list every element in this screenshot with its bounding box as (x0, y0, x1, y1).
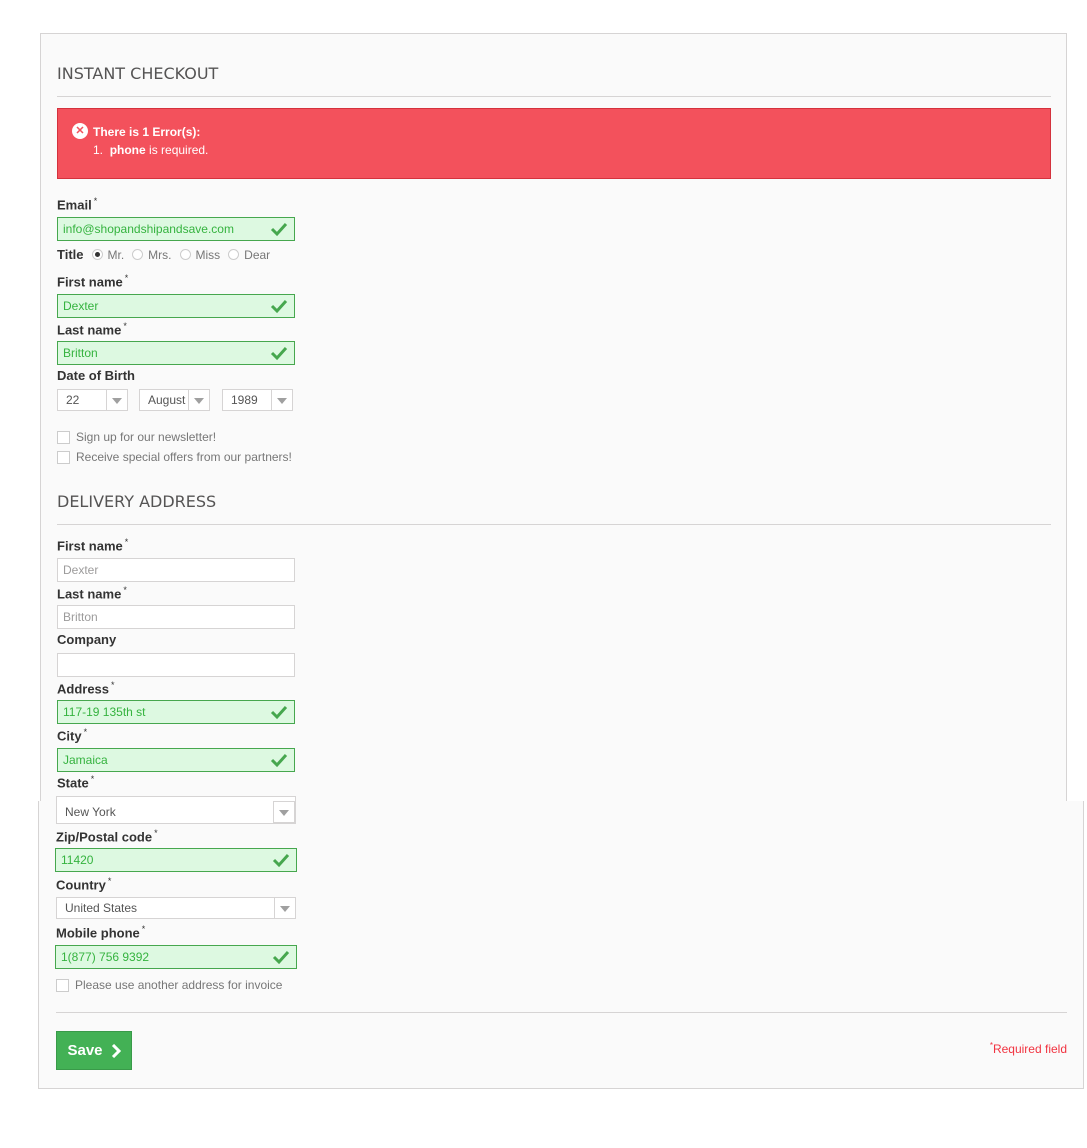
error-item: 1. phone is required. (93, 143, 208, 157)
dob-month-select[interactable]: August (139, 389, 210, 411)
email-field[interactable]: info@shopandshipandsave.com (57, 217, 295, 241)
check-icon (270, 222, 288, 237)
error-alert: ✕ There is 1 Error(s): 1. phone is requi… (57, 108, 1051, 179)
check-icon (270, 753, 288, 768)
last-name-field[interactable]: Britton (57, 341, 295, 365)
page-title: INSTANT CHECKOUT (57, 64, 219, 83)
newsletter-label: Sign up for our newsletter! (76, 430, 217, 444)
state-select[interactable]: New York (56, 796, 296, 824)
city-field[interactable]: Jamaica (57, 748, 295, 772)
title-radio-group: Title Mr. Mrs. Miss Dear (57, 247, 270, 262)
required-field-note: *Required field (989, 1041, 1067, 1056)
newsletter-checkbox[interactable] (57, 430, 70, 444)
first-name-field[interactable]: Dexter (57, 294, 295, 318)
radio-miss[interactable] (179, 249, 191, 260)
check-icon (272, 950, 290, 965)
invoice-checkbox[interactable] (56, 978, 69, 992)
check-icon (270, 705, 288, 720)
dob-label: Date of Birth (57, 368, 135, 383)
delivery-first-name-label: First name * (57, 537, 129, 554)
last-name-label: Last name * (57, 321, 127, 338)
error-item-number: 1. (93, 143, 104, 157)
check-icon (270, 299, 288, 314)
company-field[interactable] (57, 653, 295, 677)
zip-label: Zip/Postal code * (56, 828, 158, 845)
mobile-field[interactable]: 1(877) 756 9392 (55, 945, 297, 969)
save-button-label: Save (67, 1042, 103, 1059)
radio-dear-label: Dear (244, 247, 271, 262)
chevron-down-icon (188, 390, 209, 410)
radio-dear[interactable] (228, 249, 240, 260)
dob-year-select[interactable]: 1989 (222, 389, 293, 411)
error-heading: There is 1 Error(s): (93, 125, 201, 139)
invoice-row: Please use another address for invoice (56, 978, 282, 992)
mobile-label: Mobile phone * (56, 924, 146, 941)
radio-mr-label: Mr. (107, 247, 125, 262)
radio-mr[interactable] (91, 249, 103, 260)
newsletter-row: Sign up for our newsletter! (57, 430, 216, 444)
company-label: Company (57, 632, 117, 647)
invoice-label: Please use another address for invoice (75, 978, 283, 992)
delivery-first-name-field[interactable]: Dexter (57, 558, 295, 582)
state-label: State * (57, 774, 95, 791)
country-label: Country * (56, 876, 112, 893)
error-field: phone (109, 143, 146, 157)
offers-label: Receive special offers from our partners… (76, 450, 292, 464)
delivery-last-name-field[interactable]: Britton (57, 605, 295, 629)
delivery-last-name-label: Last name * (57, 585, 127, 602)
error-icon: ✕ (72, 123, 88, 139)
address-label: Address * (57, 680, 115, 697)
city-label: City * (57, 727, 88, 744)
offers-row: Receive special offers from our partners… (57, 450, 292, 464)
delivery-title: DELIVERY ADDRESS (57, 492, 217, 511)
first-name-label: First name * (57, 273, 129, 290)
chevron-down-icon (271, 390, 292, 410)
check-icon (272, 853, 290, 868)
zip-field[interactable]: 11420 (55, 848, 297, 872)
error-message: is required. (145, 143, 209, 157)
radio-mrs-label: Mrs. (148, 247, 172, 262)
title-label: Title (57, 247, 84, 262)
save-button[interactable]: Save (56, 1031, 132, 1070)
dob-day-select[interactable]: 22 (57, 389, 128, 411)
chevron-down-icon (274, 898, 295, 918)
chevron-down-icon (273, 801, 295, 823)
email-label: Email * (57, 196, 98, 213)
chevron-right-icon (111, 1043, 121, 1058)
country-select[interactable]: United States (56, 897, 296, 919)
address-field[interactable]: 117-19 135th st (57, 700, 295, 724)
radio-mrs[interactable] (132, 249, 144, 260)
radio-miss-label: Miss (195, 247, 221, 262)
chevron-down-icon (106, 390, 127, 410)
divider (57, 96, 1051, 97)
offers-checkbox[interactable] (57, 450, 70, 464)
divider (57, 524, 1051, 525)
divider (56, 1012, 1067, 1013)
check-icon (270, 346, 288, 361)
